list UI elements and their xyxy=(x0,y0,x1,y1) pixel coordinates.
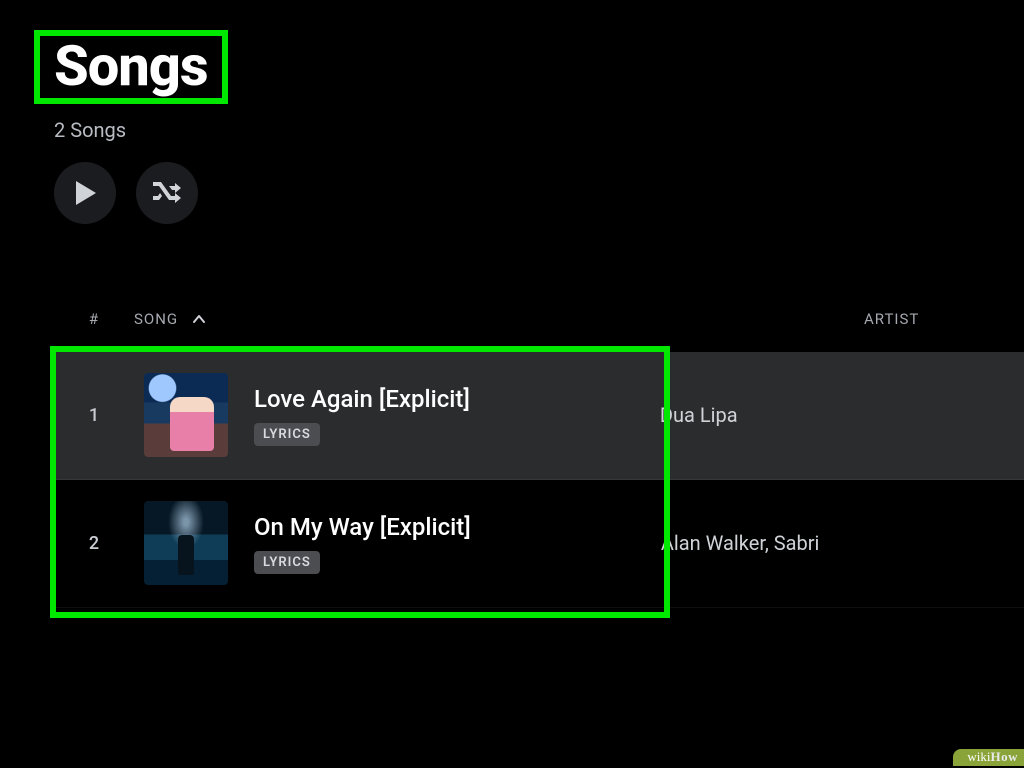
song-meta: On My Way [Explicit] LYRICS xyxy=(254,513,471,574)
play-button[interactable] xyxy=(54,162,116,224)
column-header-artist[interactable]: ARTIST xyxy=(674,310,1024,328)
row-index: 1 xyxy=(54,405,134,426)
table-row[interactable]: 2 On My Way [Explicit] LYRICS Alan Walke… xyxy=(54,480,1024,608)
column-header-song-label: SONG xyxy=(134,310,178,328)
shuffle-button[interactable] xyxy=(136,162,198,224)
row-index: 2 xyxy=(54,533,134,554)
song-meta: Love Again [Explicit] LYRICS xyxy=(254,385,470,446)
song-artist: Alan Walker, Sabri xyxy=(471,531,820,555)
watermark-part1: wiki xyxy=(967,749,990,764)
shuffle-icon xyxy=(152,181,182,205)
playback-controls xyxy=(54,162,1024,224)
table-row[interactable]: 1 Love Again [Explicit] LYRICS Dua Lipa xyxy=(54,352,1024,480)
sort-ascending-icon xyxy=(192,310,206,328)
column-header-song[interactable]: SONG xyxy=(134,310,674,328)
lyrics-badge: LYRICS xyxy=(254,551,320,574)
lyrics-badge: LYRICS xyxy=(254,423,320,446)
songs-table-header: # SONG ARTIST xyxy=(54,310,1024,328)
album-art xyxy=(144,501,228,585)
album-art xyxy=(144,373,228,457)
watermark-part2: How xyxy=(991,749,1019,764)
play-icon xyxy=(74,181,96,205)
song-count-label: 2 Songs xyxy=(54,118,1024,142)
song-artist: Dua Lipa xyxy=(470,403,738,427)
songs-table-body: 1 Love Again [Explicit] LYRICS Dua Lipa … xyxy=(54,352,1024,608)
song-title: On My Way [Explicit] xyxy=(254,513,471,541)
wikihow-watermark: wikiHow xyxy=(953,749,1024,766)
title-highlight-annotation: Songs xyxy=(34,30,228,104)
page-title: Songs xyxy=(54,36,208,98)
songs-page: Songs 2 Songs # SONG ARTIST 1 L xyxy=(0,0,1024,608)
song-title: Love Again [Explicit] xyxy=(254,385,470,413)
column-header-index[interactable]: # xyxy=(54,310,134,328)
